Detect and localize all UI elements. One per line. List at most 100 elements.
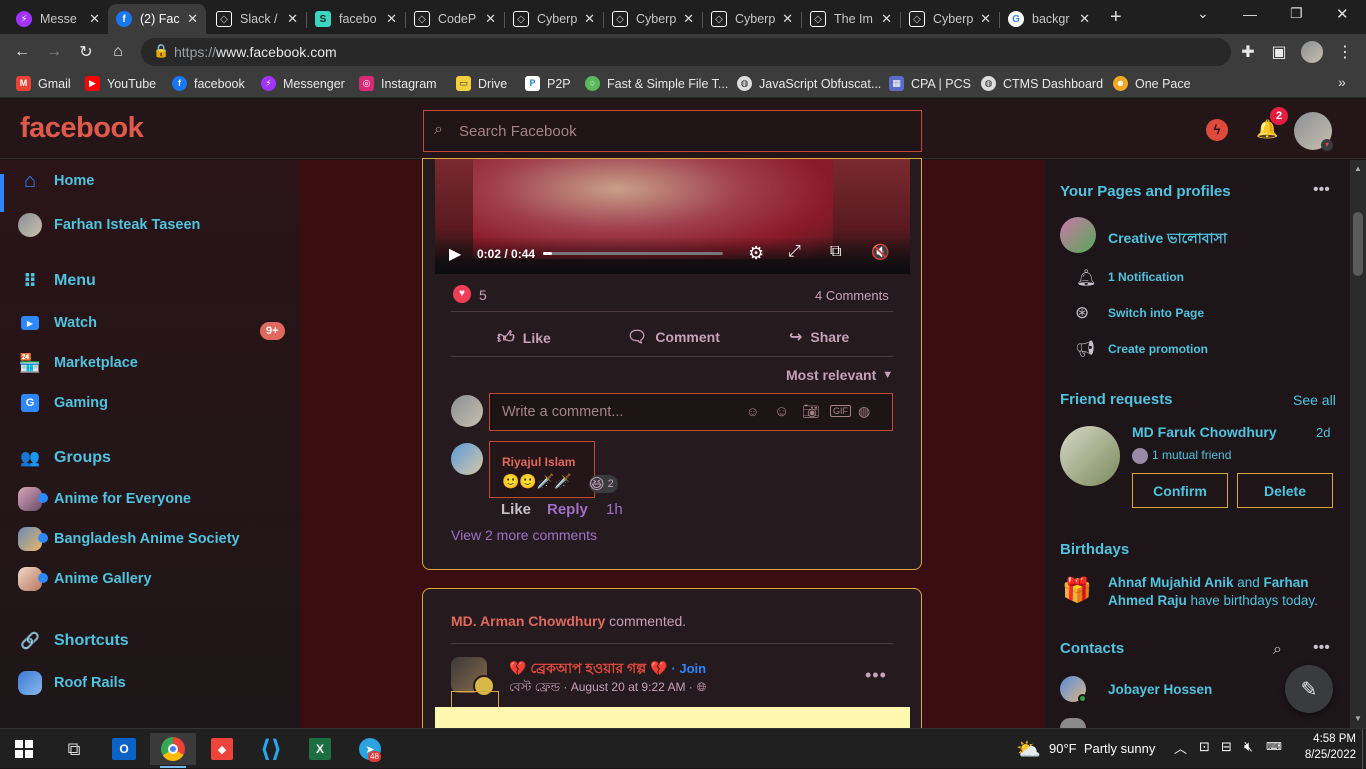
sidepanel-icon[interactable]: ▣ — [1268, 41, 1290, 63]
bookmark-cpa-pcs[interactable]: ▦ CPA | PCS — [889, 76, 971, 91]
taskbar-clock-date[interactable]: 8/25/2022 — [1296, 749, 1356, 761]
create-promotion-link[interactable]: Create promotion — [1108, 342, 1208, 356]
bookmark-file-transfer[interactable]: ○ Fast & Simple File T... — [585, 76, 728, 91]
facebook-logo[interactable]: facebook — [20, 112, 144, 145]
contact-avatar[interactable] — [1060, 718, 1086, 728]
excel-icon[interactable]: X — [300, 733, 340, 765]
avatar-sticker-icon[interactable]: ☺ — [746, 404, 759, 419]
join-link[interactable]: · Join — [671, 661, 706, 676]
windows-start-icon[interactable] — [4, 733, 44, 765]
task-view-icon[interactable]: ⧉ — [54, 733, 94, 765]
bookmarks-overflow-icon[interactable]: » — [1338, 74, 1346, 90]
comment-author[interactable]: Riyajul Islam — [502, 455, 575, 469]
page-notifications-link[interactable]: 1 Notification — [1108, 270, 1184, 284]
forward-icon[interactable]: → — [43, 41, 65, 63]
scroll-up-icon[interactable]: ▲ — [1354, 164, 1362, 173]
tray-app-icon[interactable]: ⊡ — [1199, 739, 1210, 755]
close-icon[interactable]: ✕ — [584, 11, 595, 27]
commenter-name[interactable]: MD. Arman Chowdhury — [451, 613, 605, 629]
vscode-icon[interactable]: ⟨⟩ — [251, 733, 291, 765]
see-all-link[interactable]: See all — [1293, 392, 1336, 408]
bookmark-drive[interactable]: ▭ Drive — [456, 76, 507, 91]
reaction-count[interactable]: 5 — [479, 287, 487, 303]
delete-button[interactable]: Delete — [1237, 473, 1333, 508]
bookmark-ctms[interactable]: ◍ CTMS Dashboard — [981, 76, 1103, 91]
page-avatar[interactable] — [1060, 217, 1096, 253]
page-scrollbar[interactable]: ▲ ▼ — [1350, 160, 1366, 728]
show-desktop-button[interactable] — [1362, 729, 1366, 769]
picture-in-picture-icon[interactable]: ⧉ — [830, 243, 841, 261]
close-icon[interactable]: ✕ — [386, 11, 397, 27]
bookmark-youtube[interactable]: ▶ YouTube — [85, 76, 156, 91]
tab-facebook[interactable]: f (2) Fac ✕ — [108, 4, 206, 34]
chevron-down-icon[interactable]: ⌄ — [1197, 5, 1209, 22]
view-more-comments[interactable]: View 2 more comments — [451, 527, 597, 543]
group-title[interactable]: 💔 ব্রেকআপ হওয়ার গল্প 💔 — [509, 660, 668, 676]
close-icon[interactable]: ✕ — [980, 11, 991, 27]
keyboard-icon[interactable]: ⌨ — [1266, 740, 1282, 753]
tab-the-im[interactable]: ◇ The Im ✕ — [802, 4, 900, 34]
share-button[interactable]: ↪ Share — [789, 327, 849, 347]
close-icon[interactable]: ✕ — [187, 11, 198, 27]
video-player[interactable]: ▶ 0:02 / 0:44 ⚙ ⤢ ⧉ 🔇 — [435, 159, 910, 274]
outlook-icon[interactable]: O — [104, 733, 144, 765]
comment-like-link[interactable]: Like — [501, 501, 531, 518]
tab-stackblitz[interactable]: S facebo ✕ — [307, 4, 405, 34]
comment-time[interactable]: 1h — [606, 501, 623, 518]
taskbar-clock-time[interactable]: 4:58 PM — [1296, 733, 1356, 745]
close-icon[interactable]: ✕ — [683, 11, 694, 27]
close-icon[interactable]: ✕ — [89, 11, 100, 27]
scroll-down-icon[interactable]: ▼ — [1354, 714, 1362, 723]
like-button[interactable]: 👍︎ Like — [497, 327, 551, 348]
weather-text[interactable]: 90°F Partly sunny — [1049, 741, 1155, 756]
comments-count[interactable]: 4 Comments — [815, 288, 889, 303]
tab-google[interactable]: G backgr ✕ — [1000, 4, 1098, 34]
network-icon[interactable]: ⊟ — [1221, 739, 1232, 755]
more-options-icon[interactable]: ••• — [1313, 639, 1330, 657]
contact-name[interactable]: Jobayer Hossen — [1108, 682, 1212, 697]
post-options-icon[interactable]: ••• — [865, 665, 887, 686]
sticker-icon[interactable]: ◍ — [858, 403, 870, 420]
bookmark-p2p[interactable]: P P2P — [525, 76, 571, 91]
friend-name[interactable]: MD Faruk Chowdhury — [1132, 424, 1277, 440]
current-user-avatar[interactable] — [451, 395, 483, 427]
video-progress-track[interactable] — [543, 252, 723, 255]
close-window-icon[interactable]: ✕ — [1336, 5, 1349, 23]
messenger-icon[interactable]: ϟ — [1206, 119, 1228, 141]
comment-reactions[interactable]: 😆 2 — [589, 475, 618, 493]
commenter-avatar[interactable] — [451, 443, 483, 475]
chrome-icon[interactable] — [150, 733, 196, 765]
close-icon[interactable]: ✕ — [485, 11, 496, 27]
mutual-friends[interactable]: 1 mutual friend — [1152, 448, 1231, 462]
bookmark-one-pace[interactable]: ☻ One Pace — [1113, 76, 1191, 91]
search-icon[interactable]: ⌕ — [1273, 641, 1282, 659]
bookmark-js-obfuscator[interactable]: ◍ JavaScript Obfuscat... — [737, 76, 881, 91]
restore-icon[interactable]: ❐ — [1290, 5, 1303, 22]
switch-page-link[interactable]: Switch into Page — [1108, 306, 1204, 320]
bookmark-facebook[interactable]: f facebook — [172, 76, 245, 91]
settings-gear-icon[interactable]: ⚙ — [748, 243, 764, 264]
anydesk-icon[interactable]: ◆ — [202, 733, 242, 765]
tab-cyberpunk-3[interactable]: ◇ Cyberp ✕ — [703, 4, 801, 34]
tab-messenger[interactable]: ⚡ Messe ✕ — [8, 4, 108, 34]
new-message-button[interactable]: ✎ — [1285, 665, 1333, 713]
mute-icon[interactable]: 🔇 — [871, 243, 890, 261]
more-options-icon[interactable]: ••• — [1313, 181, 1330, 199]
chevron-up-icon[interactable]: ︿ — [1174, 738, 1187, 757]
tab-cyberpunk-1[interactable]: ◇ Cyberp ✕ — [505, 4, 603, 34]
sort-comments-dropdown[interactable]: Most relevant ▼ — [786, 367, 893, 383]
comment-button[interactable]: 🗨 Comment — [627, 327, 720, 347]
fullscreen-icon[interactable]: ⤢ — [788, 243, 801, 261]
tab-slack[interactable]: ◇ Slack / ✕ — [208, 4, 306, 34]
bookmark-gmail[interactable]: M Gmail — [16, 76, 71, 91]
comment-reply-link[interactable]: Reply — [547, 501, 588, 518]
home-icon[interactable]: ⌂ — [107, 41, 129, 63]
profile-avatar[interactable] — [1301, 41, 1323, 63]
chevron-down-icon[interactable]: ▾ — [1321, 139, 1333, 151]
search-input[interactable]: ⌕ Search Facebook — [423, 110, 922, 152]
bookmark-instagram[interactable]: ◎ Instagram — [359, 76, 437, 91]
close-icon[interactable]: ✕ — [287, 11, 298, 27]
tab-cyberpunk-2[interactable]: ◇ Cyberp ✕ — [604, 4, 702, 34]
menu-kebab-icon[interactable]: ⋮ — [1334, 41, 1356, 63]
confirm-button[interactable]: Confirm — [1132, 473, 1228, 508]
